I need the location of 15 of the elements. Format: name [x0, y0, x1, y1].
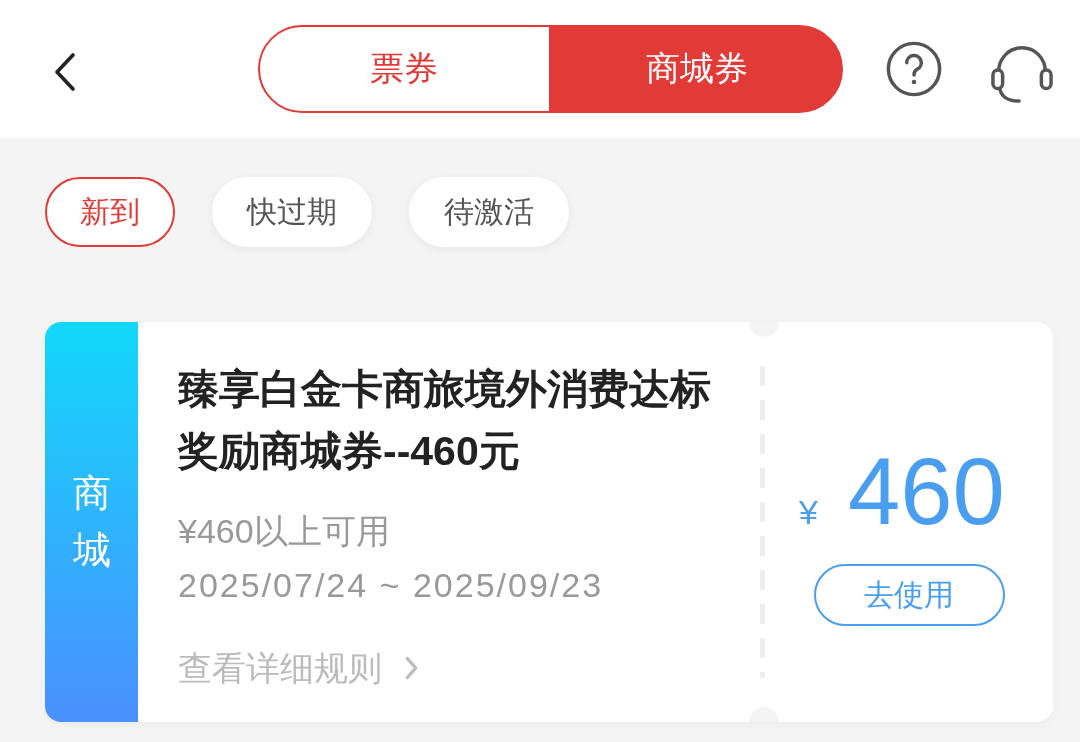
back-icon[interactable]	[53, 52, 77, 92]
coupon-amount: 460	[848, 440, 1005, 544]
tab[interactable]: 商城券	[550, 25, 843, 113]
category-label: 商城	[72, 471, 111, 573]
chevron-right-icon	[404, 655, 419, 681]
tab[interactable]: 票券	[258, 25, 551, 113]
filter-chip[interactable]: 待激活	[409, 177, 569, 247]
filter-chip[interactable]: 快过期	[212, 177, 372, 247]
coupon-title: 臻享白金卡商旅境外消费达标奖励商城券--460元	[178, 365, 712, 476]
usage-condition: ¥460以上可用	[178, 511, 390, 552]
currency-symbol: ¥	[799, 493, 819, 532]
use-button[interactable]: 去使用	[813, 564, 1005, 626]
validity-dates: 2025/07/24 ~ 2025/09/23	[178, 565, 604, 606]
filter-chip[interactable]: 新到	[45, 177, 175, 247]
help-icon[interactable]	[885, 40, 943, 98]
